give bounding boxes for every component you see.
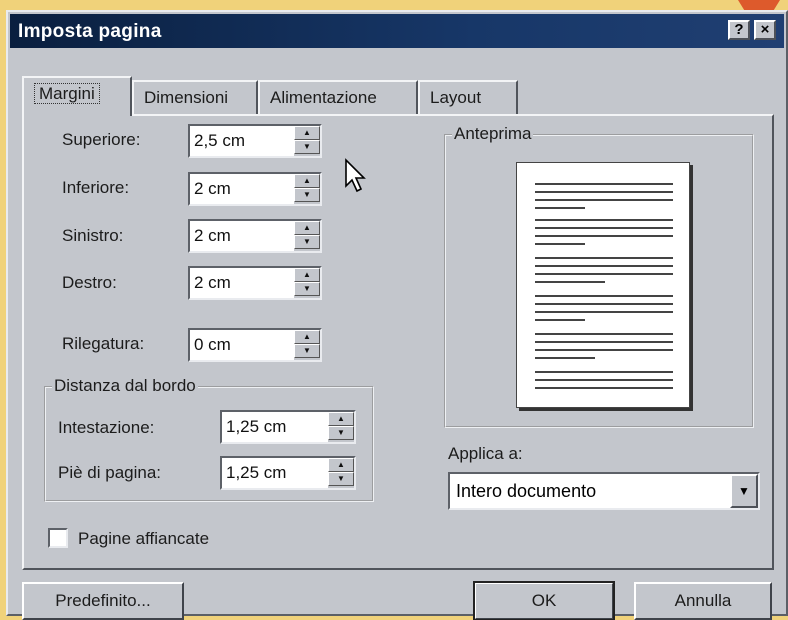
preview-line xyxy=(535,357,595,359)
preview-line xyxy=(535,387,673,389)
spin-up-icon[interactable]: ▲ xyxy=(294,174,320,188)
predefinito-button[interactable]: Predefinito... xyxy=(22,582,184,620)
apply-select[interactable]: Intero documento ▼ xyxy=(448,472,760,510)
preview-line xyxy=(535,191,673,193)
preview-line xyxy=(535,235,673,237)
title-bar: Imposta pagina ? × xyxy=(10,14,784,48)
preview-line xyxy=(535,379,673,381)
tab-alimentazione[interactable]: Alimentazione xyxy=(258,80,418,114)
destro-label: Destro: xyxy=(62,273,117,292)
preview-line xyxy=(535,295,673,297)
preview-line xyxy=(535,273,673,275)
rilegatura-spinner[interactable]: ▲ ▼ xyxy=(294,330,320,360)
sinistro-spinner[interactable]: ▲ ▼ xyxy=(294,221,320,251)
inferiore-value: 2 cm xyxy=(194,179,231,198)
preview-line xyxy=(535,281,605,283)
inferiore-field[interactable]: 2 cm ▲ ▼ xyxy=(188,172,322,206)
distance-group-title: Distanza dal bordo xyxy=(52,376,198,396)
intestazione-label: Intestazione: xyxy=(58,418,155,437)
preview-page xyxy=(516,162,690,408)
sinistro-label: Sinistro: xyxy=(62,226,124,245)
annulla-button[interactable]: Annulla xyxy=(634,582,772,620)
preview-line xyxy=(535,303,673,305)
destro-field[interactable]: 2 cm ▲ ▼ xyxy=(188,266,322,300)
spin-down-icon[interactable]: ▼ xyxy=(328,426,354,440)
intestazione-value: 1,25 cm xyxy=(226,417,287,436)
preview-line xyxy=(535,219,673,221)
dropdown-arrow-icon[interactable]: ▼ xyxy=(730,474,758,508)
pie-value: 1,25 cm xyxy=(226,463,287,482)
spin-up-icon[interactable]: ▲ xyxy=(328,412,354,426)
preview-line xyxy=(535,207,585,209)
spin-down-icon[interactable]: ▼ xyxy=(294,235,320,249)
spin-down-icon[interactable]: ▼ xyxy=(294,188,320,202)
preview-line xyxy=(535,319,585,321)
preview-line xyxy=(535,265,673,267)
preview-line xyxy=(535,227,673,229)
preview-line xyxy=(535,311,673,313)
tab-layout[interactable]: Layout xyxy=(418,80,518,114)
superiore-label: Superiore: xyxy=(62,130,141,149)
page-setup-dialog: Imposta pagina ? × Margini Dimensioni Al… xyxy=(6,10,788,620)
preview-line xyxy=(535,199,673,201)
destro-spinner[interactable]: ▲ ▼ xyxy=(294,268,320,298)
superiore-value: 2,5 cm xyxy=(194,131,246,150)
spin-down-icon[interactable]: ▼ xyxy=(328,472,354,486)
pagine-affiancate-checkbox[interactable] xyxy=(48,528,68,548)
preview-line xyxy=(535,349,673,351)
superiore-field[interactable]: 2,5 cm ▲ ▼ xyxy=(188,124,322,158)
rilegatura-label: Rilegatura: xyxy=(62,334,145,353)
preview-title: Anteprima xyxy=(452,124,534,144)
spin-up-icon[interactable]: ▲ xyxy=(294,268,320,282)
mouse-cursor-icon xyxy=(345,158,366,193)
superiore-spinner[interactable]: ▲ ▼ xyxy=(294,126,320,156)
close-button[interactable]: × xyxy=(754,20,776,40)
rilegatura-field[interactable]: 0 cm ▲ ▼ xyxy=(188,328,322,362)
inferiore-spinner[interactable]: ▲ ▼ xyxy=(294,174,320,204)
sinistro-value: 2 cm xyxy=(194,226,231,245)
pie-label: Piè di pagina: xyxy=(58,463,162,482)
intestazione-spinner[interactable]: ▲ ▼ xyxy=(328,412,354,442)
apply-label: Applica a: xyxy=(448,444,523,463)
spin-down-icon[interactable]: ▼ xyxy=(294,282,320,296)
spin-up-icon[interactable]: ▲ xyxy=(294,126,320,140)
pagine-affiancate-label: Pagine affiancate xyxy=(78,529,210,548)
tab-label: Margini xyxy=(34,83,100,104)
apply-value: Intero documento xyxy=(456,481,597,501)
spin-up-icon[interactable]: ▲ xyxy=(294,330,320,344)
pie-field[interactable]: 1,25 cm ▲ ▼ xyxy=(220,456,356,490)
sinistro-field[interactable]: 2 cm ▲ ▼ xyxy=(188,219,322,253)
preview-line xyxy=(535,371,673,373)
spin-up-icon[interactable]: ▲ xyxy=(328,458,354,472)
help-button[interactable]: ? xyxy=(728,20,750,40)
spin-up-icon[interactable]: ▲ xyxy=(294,221,320,235)
pie-spinner[interactable]: ▲ ▼ xyxy=(328,458,354,488)
preview-line xyxy=(535,243,585,245)
dialog-title: Imposta pagina xyxy=(18,21,162,42)
inferiore-label: Inferiore: xyxy=(62,178,130,197)
tab-dimensioni[interactable]: Dimensioni xyxy=(132,80,258,114)
rilegatura-value: 0 cm xyxy=(194,335,231,354)
preview-line xyxy=(535,333,673,335)
spin-down-icon[interactable]: ▼ xyxy=(294,344,320,358)
ok-button[interactable]: OK xyxy=(473,581,615,620)
preview-line xyxy=(535,183,673,185)
preview-line xyxy=(535,341,673,343)
intestazione-field[interactable]: 1,25 cm ▲ ▼ xyxy=(220,410,356,444)
preview-line xyxy=(535,257,673,259)
spin-down-icon[interactable]: ▼ xyxy=(294,140,320,154)
tab-margini[interactable]: Margini xyxy=(22,76,132,116)
destro-value: 2 cm xyxy=(194,273,231,292)
